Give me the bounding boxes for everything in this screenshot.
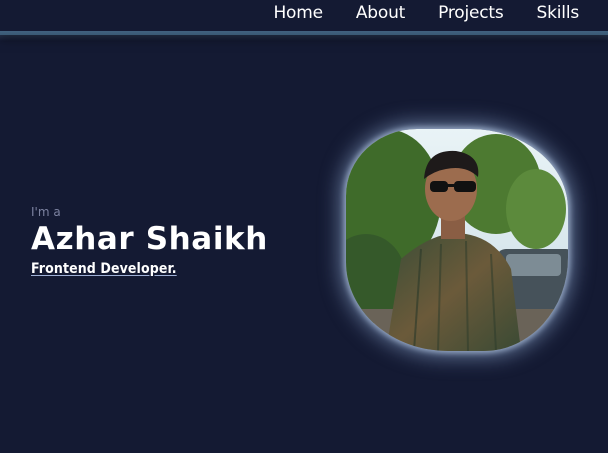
hero-name: Azhar Shaikh <box>31 221 268 257</box>
role-link[interactable]: Frontend Developer. <box>31 261 177 277</box>
top-navbar: Home About Projects Skills <box>0 0 608 35</box>
navbar-shadow <box>0 31 608 41</box>
nav-link-projects[interactable]: Projects <box>438 3 504 23</box>
nav-links: Home About Projects Skills <box>273 3 579 23</box>
nav-link-home[interactable]: Home <box>273 3 323 23</box>
hero-intro: I'm a Azhar Shaikh Frontend Developer. <box>31 204 268 277</box>
nav-link-about[interactable]: About <box>356 3 405 23</box>
profile-photo <box>346 129 568 351</box>
intro-text: I'm a <box>31 205 61 219</box>
profile-photo-image <box>346 129 568 351</box>
nav-link-skills[interactable]: Skills <box>537 3 580 23</box>
